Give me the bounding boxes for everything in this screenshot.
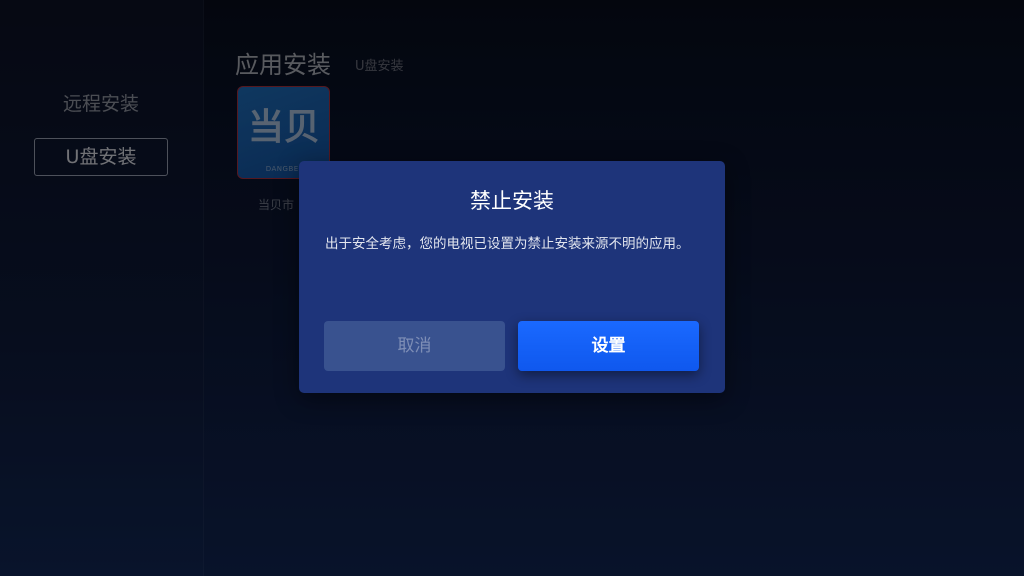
cancel-button[interactable]: 取消 — [324, 321, 505, 371]
app-install-screen: 远程安装 U盘安装 应用安装 U盘安装 当贝 DANGBEI 当贝市 禁止安装 … — [0, 0, 1024, 576]
forbid-install-dialog: 禁止安装 出于安全考虑，您的电视已设置为禁止安装来源不明的应用。 取消 设置 — [299, 161, 725, 393]
dialog-message: 出于安全考虑，您的电视已设置为禁止安装来源不明的应用。 — [325, 236, 690, 252]
settings-button[interactable]: 设置 — [518, 321, 699, 371]
dialog-title: 禁止安装 — [470, 189, 554, 213]
